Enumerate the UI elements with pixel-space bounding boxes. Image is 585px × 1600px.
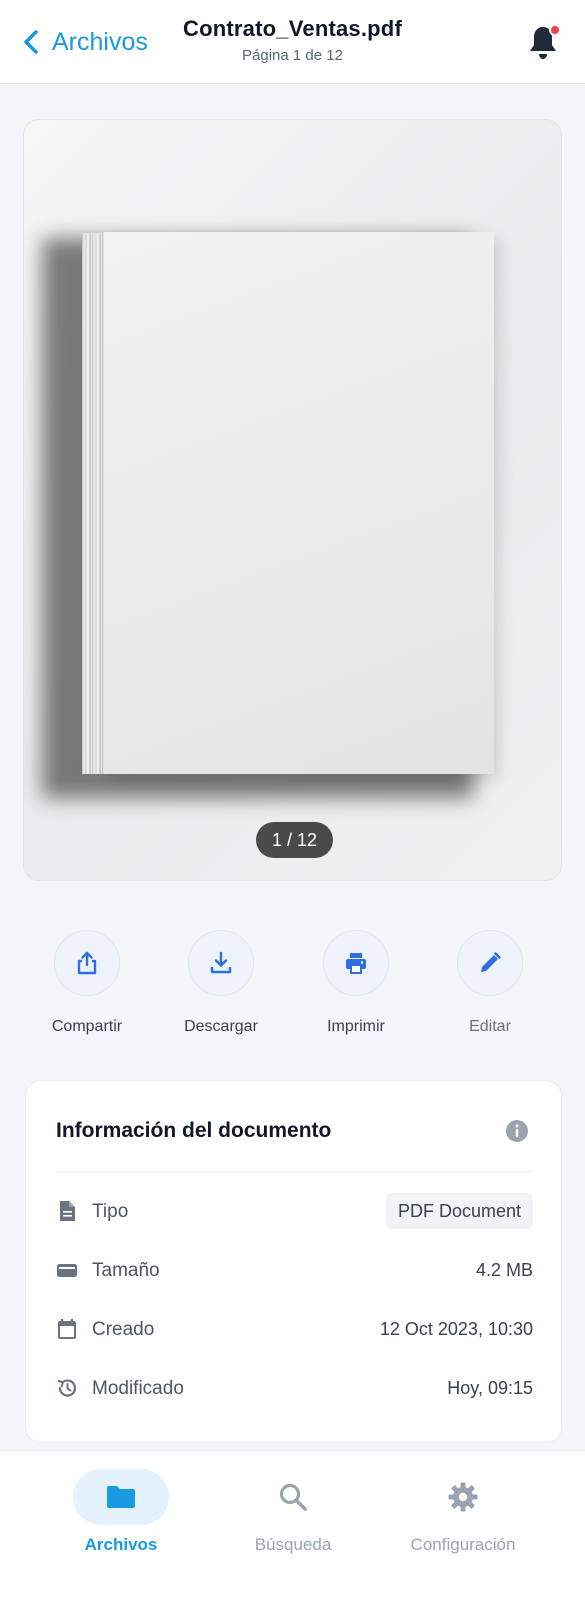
bottom-tab-bar: Archivos Búsqueda Configuración bbox=[0, 1450, 585, 1600]
share-icon bbox=[77, 951, 97, 975]
title-block: Contrato_Ventas.pdf Página 1 de 12 bbox=[160, 16, 425, 64]
app-header: Archivos Contrato_Ventas.pdf Página 1 de… bbox=[0, 0, 585, 84]
book-cover bbox=[104, 232, 494, 774]
tab-archivos[interactable]: Archivos bbox=[36, 1469, 206, 1555]
download-icon bbox=[210, 951, 232, 974]
info-icon[interactable] bbox=[505, 1119, 529, 1143]
page-indicator: 1 / 12 bbox=[256, 822, 333, 858]
info-row-type: Tipo PDF Document bbox=[56, 1191, 533, 1231]
search-icon bbox=[279, 1483, 307, 1511]
share-action[interactable]: Compartir bbox=[27, 930, 147, 1036]
download-label: Descargar bbox=[184, 1018, 258, 1035]
print-action[interactable]: Imprimir bbox=[296, 930, 416, 1036]
card-divider bbox=[56, 1171, 533, 1172]
notification-dot bbox=[549, 24, 561, 36]
page-subtitle: Página 1 de 12 bbox=[242, 47, 343, 64]
edit-action[interactable]: Editar bbox=[430, 930, 550, 1036]
folder-icon bbox=[107, 1486, 135, 1508]
info-value-type: PDF Document bbox=[385, 1193, 533, 1229]
info-value-created: 12 Oct 2023, 10:30 bbox=[379, 1319, 533, 1339]
share-label: Compartir bbox=[51, 1018, 123, 1035]
info-label-modified: Modificado bbox=[92, 1378, 184, 1399]
storage-icon bbox=[57, 1264, 77, 1277]
tab-configuracion-pill[interactable] bbox=[415, 1469, 511, 1525]
document-preview[interactable]: 1 / 12 bbox=[23, 119, 562, 881]
back-label: Archivos bbox=[52, 27, 148, 56]
download-button[interactable] bbox=[188, 930, 254, 996]
info-row-created: Creado 12 Oct 2023, 10:30 bbox=[56, 1309, 533, 1349]
tab-configuracion-label: Configuración bbox=[410, 1535, 516, 1554]
download-action[interactable]: Descargar bbox=[161, 930, 281, 1036]
info-value-modified: Hoy, 09:15 bbox=[447, 1378, 533, 1398]
tab-archivos-pill[interactable] bbox=[73, 1469, 169, 1525]
print-label: Imprimir bbox=[327, 1018, 385, 1035]
info-label-size: Tamaño bbox=[92, 1260, 160, 1281]
history-icon bbox=[57, 1379, 77, 1397]
info-label-created: Creado bbox=[92, 1319, 155, 1340]
info-value-size: 4.2 MB bbox=[475, 1260, 533, 1280]
tab-archivos-label: Archivos bbox=[84, 1535, 158, 1554]
info-card-title: Información del documento bbox=[56, 1119, 332, 1142]
printer-icon bbox=[346, 953, 366, 974]
tab-busqueda-pill[interactable] bbox=[245, 1469, 341, 1525]
edit-label: Editar bbox=[469, 1018, 511, 1035]
share-button[interactable] bbox=[54, 930, 120, 996]
info-label-type: Tipo bbox=[92, 1201, 129, 1222]
document-info-card: Información del documento Tipo PDF Docum… bbox=[25, 1080, 562, 1443]
back-button[interactable]: Archivos bbox=[22, 22, 148, 62]
info-row-modified: Modificado Hoy, 09:15 bbox=[56, 1368, 533, 1408]
pencil-icon bbox=[481, 952, 501, 972]
calendar-icon bbox=[58, 1319, 76, 1339]
gear-icon bbox=[448, 1482, 478, 1512]
print-button[interactable] bbox=[323, 930, 389, 996]
chevron-left-icon bbox=[24, 30, 38, 54]
tab-configuracion[interactable]: Configuración bbox=[378, 1469, 548, 1555]
file-icon bbox=[60, 1201, 75, 1221]
book-spine bbox=[82, 233, 106, 774]
tab-busqueda[interactable]: Búsqueda bbox=[208, 1469, 378, 1555]
tab-busqueda-label: Búsqueda bbox=[254, 1535, 332, 1554]
info-row-size: Tamaño 4.2 MB bbox=[56, 1250, 533, 1290]
document-title: Contrato_Ventas.pdf bbox=[183, 16, 402, 41]
edit-button[interactable] bbox=[457, 930, 523, 996]
